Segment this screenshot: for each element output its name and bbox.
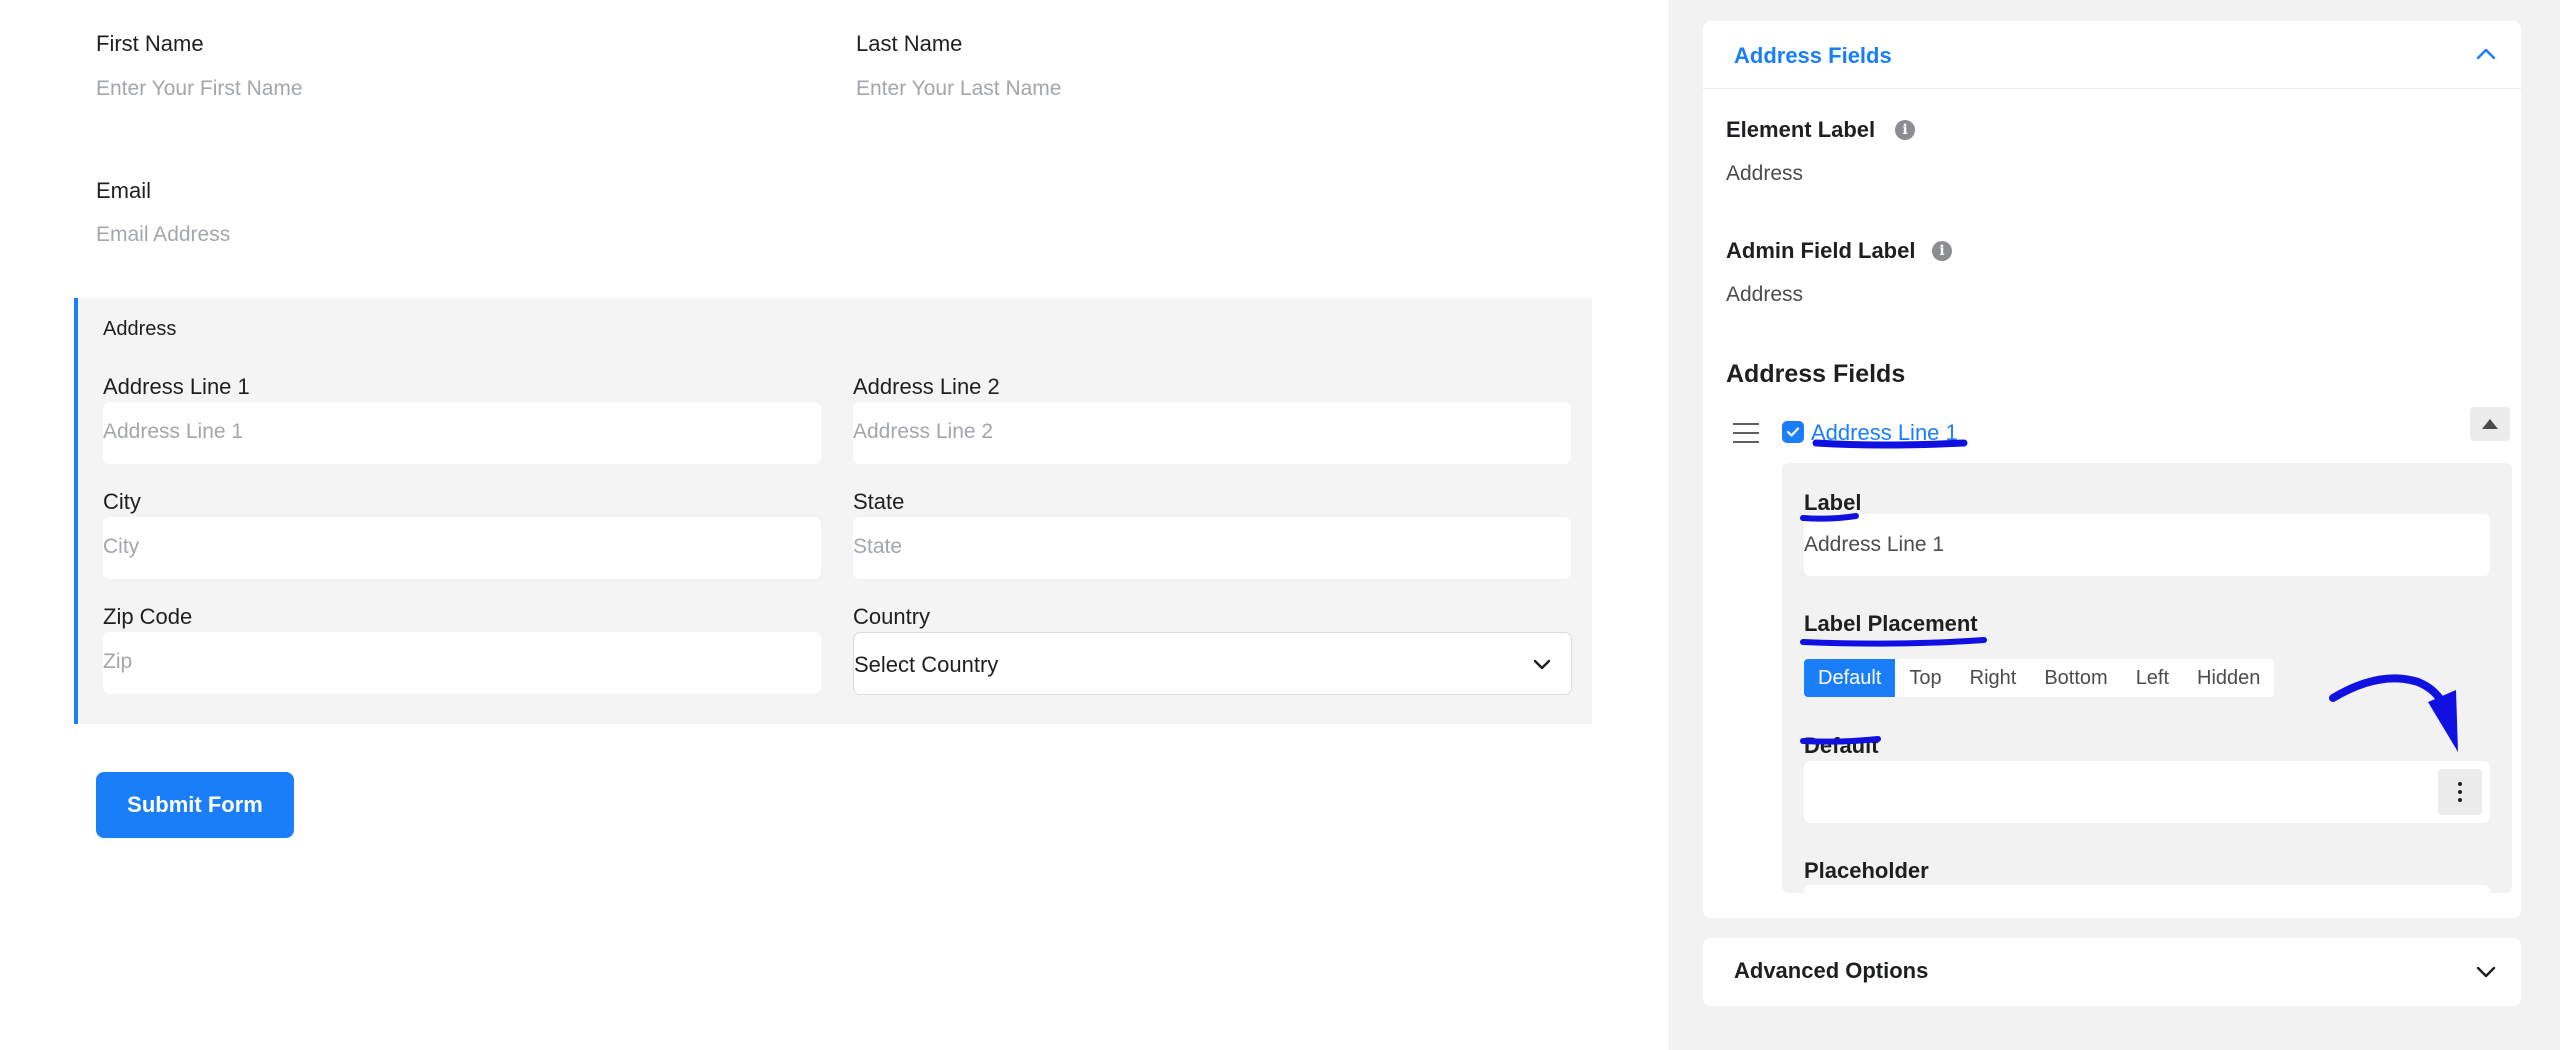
- placement-top-button[interactable]: Top: [1895, 659, 1955, 697]
- zip-label: Zip Code: [103, 604, 193, 629]
- drag-handle-icon[interactable]: [1733, 423, 1759, 445]
- more-vertical-icon[interactable]: [2438, 769, 2482, 815]
- address-fields-subtitle: Address Fields: [1726, 360, 1906, 388]
- city-label: City: [103, 489, 141, 514]
- address-fields-header[interactable]: Address Fields: [1703, 21, 2521, 89]
- address-line1-toggle[interactable]: Address Line 1: [1811, 420, 1958, 446]
- address-line2-placeholder: Address Line 2: [853, 420, 994, 443]
- address-group-title: Address: [103, 318, 177, 340]
- placeholder-heading: Placeholder: [1804, 858, 1929, 883]
- address-fields-card: Address Fields Element Label i Address A…: [1703, 21, 2521, 918]
- first-name-input[interactable]: Enter Your First Name: [96, 77, 696, 107]
- label-placement-options: Default Top Right Bottom Left Hidden: [1804, 659, 2275, 697]
- admin-label-input[interactable]: Address: [1726, 283, 2486, 313]
- address-line2-label: Address Line 2: [853, 374, 1000, 399]
- label-input-value: Address Line 1: [1804, 533, 1945, 556]
- placement-hidden-button[interactable]: Hidden: [2183, 659, 2274, 697]
- city-placeholder: City: [103, 535, 140, 558]
- element-label-input[interactable]: Address: [1726, 162, 2486, 192]
- placement-left-button[interactable]: Left: [2122, 659, 2183, 697]
- state-label: State: [853, 489, 905, 514]
- info-icon[interactable]: i: [1932, 241, 1952, 261]
- address-field-group[interactable]: Address Address Line 1 Address Line 1 Ad…: [74, 298, 1592, 724]
- address-line2-input[interactable]: Address Line 2: [853, 402, 1571, 464]
- placement-bottom-button[interactable]: Bottom: [2030, 659, 2121, 697]
- advanced-options-card[interactable]: Advanced Options: [1703, 938, 2521, 1006]
- email-label: Email: [96, 178, 152, 203]
- address-line1-placeholder: Address Line 1: [103, 420, 244, 443]
- info-icon[interactable]: i: [1895, 120, 1915, 140]
- caret-up-icon: [2482, 419, 2498, 429]
- address-line1-settings: Label Address Line 1 Label Placement Def…: [1782, 463, 2512, 893]
- collapse-button[interactable]: [2470, 407, 2510, 441]
- placement-default-button[interactable]: Default: [1804, 659, 1896, 697]
- address-line1-input[interactable]: Address Line 1: [103, 402, 821, 464]
- zip-placeholder: Zip: [103, 650, 133, 673]
- country-select-value: Select Country: [854, 652, 999, 677]
- last-name-label: Last Name: [856, 31, 963, 56]
- address-line1-label: Address Line 1: [103, 374, 250, 399]
- placeholder-input[interactable]: [1804, 885, 2490, 893]
- chevron-down-icon: [1533, 659, 1551, 670]
- default-value-input[interactable]: [1804, 761, 2490, 823]
- admin-label-heading: Admin Field Label: [1726, 238, 1916, 263]
- default-heading: Default: [1804, 733, 1879, 758]
- state-placeholder: State: [853, 535, 903, 558]
- city-input[interactable]: City: [103, 517, 821, 579]
- placement-right-button[interactable]: Right: [1956, 659, 2031, 697]
- chevron-down-icon[interactable]: [2475, 965, 2497, 979]
- first-name-label: First Name: [96, 31, 204, 56]
- last-name-input[interactable]: Enter Your Last Name: [856, 77, 1456, 107]
- address-fields-title: Address Fields: [1734, 43, 1892, 68]
- submit-button[interactable]: Submit Form: [96, 772, 294, 838]
- advanced-options-title: Advanced Options: [1734, 958, 1929, 983]
- label-input[interactable]: Address Line 1: [1804, 514, 2490, 576]
- state-input[interactable]: State: [853, 517, 1571, 579]
- form-canvas: First Name Enter Your First Name Last Na…: [0, 0, 1668, 1050]
- country-label: Country: [853, 604, 931, 629]
- label-placement-heading: Label Placement: [1804, 611, 1978, 636]
- country-select[interactable]: Select Country: [853, 632, 1572, 695]
- checkbox-icon[interactable]: [1782, 421, 1804, 443]
- settings-panel: Address Fields Element Label i Address A…: [1668, 0, 2560, 1050]
- email-input[interactable]: Email Address: [96, 223, 696, 253]
- element-label-heading: Element Label: [1726, 117, 1876, 142]
- label-heading: Label: [1804, 490, 1862, 515]
- chevron-up-icon[interactable]: [2475, 47, 2497, 61]
- zip-input[interactable]: Zip: [103, 632, 821, 694]
